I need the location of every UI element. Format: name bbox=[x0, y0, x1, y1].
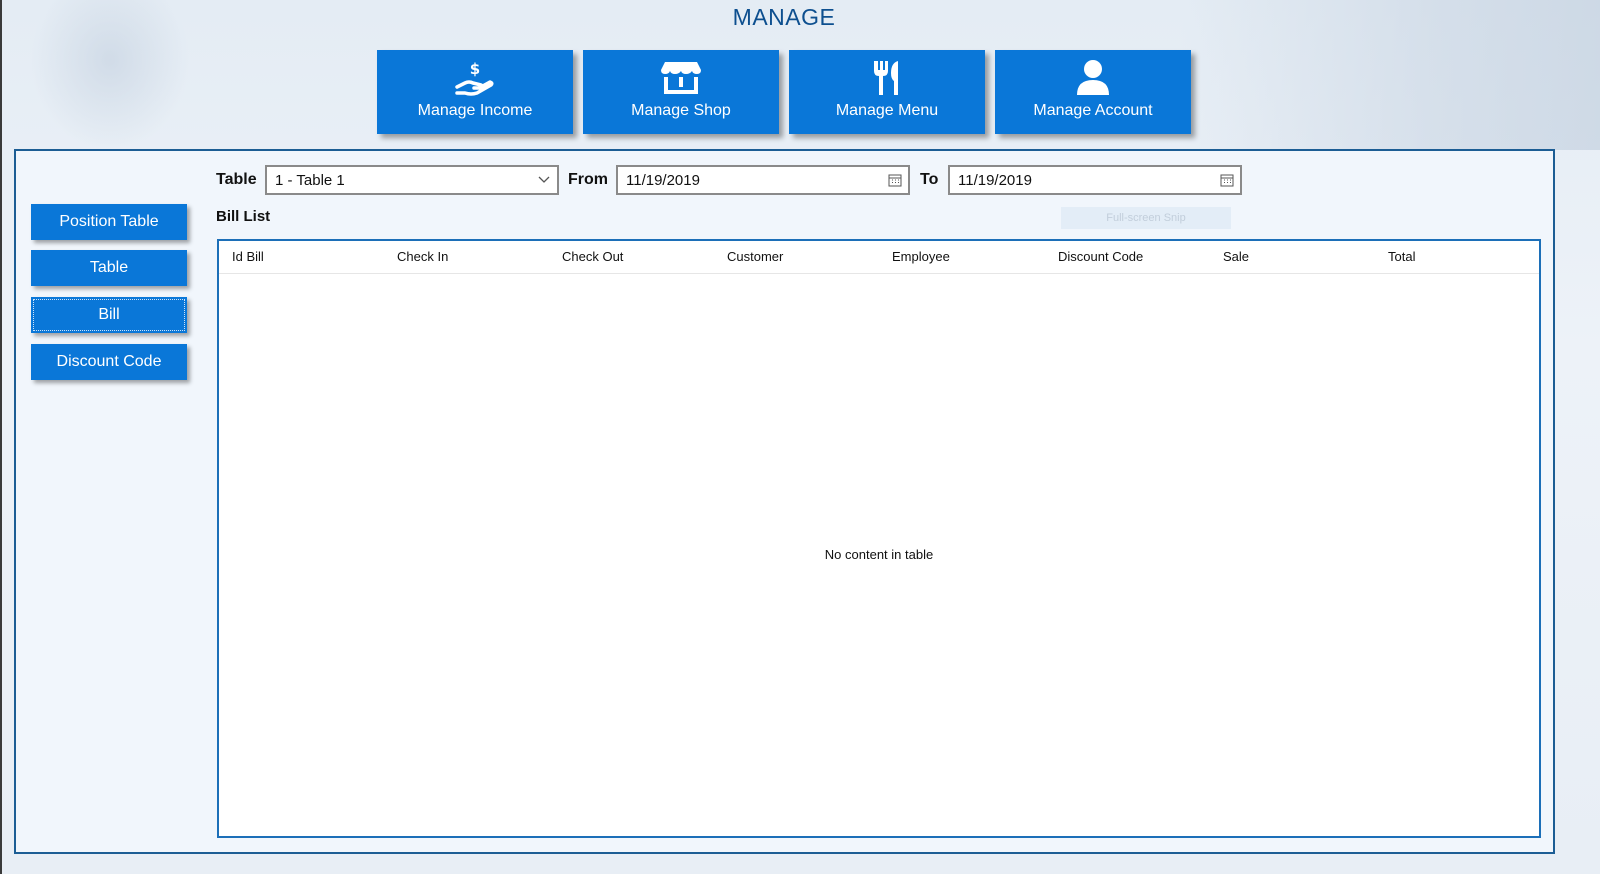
window-left-edge bbox=[0, 0, 2, 874]
from-label: From bbox=[568, 171, 608, 188]
table-header: Id Bill Check In Check Out Customer Empl… bbox=[219, 241, 1539, 274]
column-total[interactable]: Total bbox=[1388, 249, 1415, 264]
table-select-value: 1 - Table 1 bbox=[275, 171, 345, 189]
user-icon bbox=[995, 58, 1191, 98]
column-employee[interactable]: Employee bbox=[892, 249, 950, 264]
bill-list-table[interactable]: Id Bill Check In Check Out Customer Empl… bbox=[217, 239, 1541, 838]
manage-shop-label: Manage Shop bbox=[631, 102, 731, 119]
fork-knife-icon bbox=[789, 58, 985, 98]
table-filter-label: Table bbox=[216, 171, 257, 188]
manage-menu-label: Manage Menu bbox=[835, 102, 939, 119]
to-label: To bbox=[920, 171, 939, 188]
column-check-out[interactable]: Check Out bbox=[562, 249, 623, 264]
to-date-picker[interactable]: 11/19/2019 bbox=[948, 165, 1242, 195]
manage-account-label: Manage Account bbox=[1033, 102, 1153, 119]
manage-account-button[interactable]: Manage Account bbox=[995, 50, 1191, 134]
sidebar-item-table[interactable]: Table bbox=[31, 250, 187, 286]
sidebar-item-bill[interactable]: Bill bbox=[31, 297, 187, 333]
column-discount-code[interactable]: Discount Code bbox=[1058, 249, 1143, 264]
sidebar-item-position-table[interactable]: Position Table bbox=[31, 204, 187, 240]
column-customer[interactable]: Customer bbox=[727, 249, 783, 264]
bill-list-title: Bill List bbox=[216, 208, 271, 225]
shop-icon bbox=[583, 58, 779, 98]
manage-shop-button[interactable]: Manage Shop bbox=[583, 50, 779, 134]
column-sale[interactable]: Sale bbox=[1223, 249, 1249, 264]
page-title: MANAGE bbox=[732, 4, 836, 30]
table-select[interactable]: 1 - Table 1 bbox=[265, 165, 559, 195]
to-date-value: 11/19/2019 bbox=[958, 171, 1032, 189]
income-hand-dollar-icon: $ bbox=[377, 58, 573, 98]
manage-income-label: Manage Income bbox=[417, 102, 533, 119]
manage-menu-button[interactable]: Manage Menu bbox=[789, 50, 985, 134]
full-screen-snip-button[interactable]: Full-screen Snip bbox=[1061, 207, 1231, 229]
calendar-icon[interactable] bbox=[1214, 167, 1240, 193]
empty-table-message: No content in table bbox=[824, 547, 934, 562]
column-check-in[interactable]: Check In bbox=[397, 249, 448, 264]
from-date-picker[interactable]: 11/19/2019 bbox=[616, 165, 910, 195]
from-date-value: 11/19/2019 bbox=[626, 171, 700, 189]
svg-text:$: $ bbox=[470, 60, 480, 78]
column-id-bill[interactable]: Id Bill bbox=[232, 249, 264, 264]
manage-income-button[interactable]: $ Manage Income bbox=[377, 50, 573, 134]
sidebar-item-discount-code[interactable]: Discount Code bbox=[31, 344, 187, 380]
content-panel: Position Table Table Bill Discount Code … bbox=[14, 149, 1555, 854]
calendar-icon[interactable] bbox=[882, 167, 908, 193]
chevron-down-icon[interactable] bbox=[531, 167, 557, 193]
